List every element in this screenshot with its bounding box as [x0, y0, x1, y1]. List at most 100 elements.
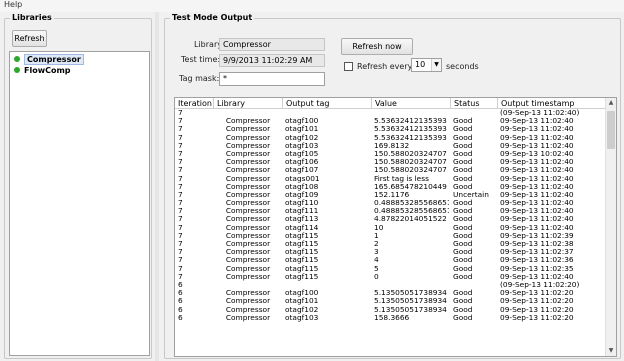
menu-help[interactable]: Help	[4, 0, 22, 9]
table-row[interactable]: 7 Compressor otagf106 150.588020324707 Good 0…	[175, 158, 606, 166]
timestamp-cell: 09-Sep-13 11:02:40	[500, 117, 574, 126]
table-row[interactable]: 7 Compressor otagf115 0 Good 09-Sep-13 11:02:…	[175, 273, 606, 281]
table-row[interactable]: 7 Compressor otagf115 3 Good 09-Sep-13 11:02:…	[175, 248, 606, 256]
library-cell: Compressor	[225, 149, 271, 158]
table-row[interactable]: 7 Compressor otagf102 5.53632412135393 Good 0…	[175, 134, 606, 142]
table-row[interactable]: 6 (09-Sep-13 11:02:20)	[175, 281, 606, 289]
value-cell: 5.13505051738934	[374, 289, 447, 298]
refresh-now-button[interactable]: Refresh now	[341, 38, 413, 55]
table-row[interactable]: 6 Compressor otagf101 5.13505051738934 Good 0…	[175, 297, 606, 305]
column-header-output-tag[interactable]: Output tag	[283, 98, 372, 109]
column-header-value[interactable]: Value	[372, 98, 451, 109]
grid-rows: 7 (09-Sep-13 11:02:40) 7 Compressor otagf100…	[175, 109, 606, 322]
value-cell: First tag is less	[374, 174, 429, 183]
table-row[interactable]: 7 Compressor otagf103 169.8132 Good 09-Sep-13…	[175, 142, 606, 150]
panel-splitter[interactable]	[155, 12, 159, 361]
iteration-cell: 7	[178, 207, 183, 216]
table-row[interactable]: 7 Compressor otagf115 5 Good 09-Sep-13 11:02:…	[175, 265, 606, 273]
library-cell: Compressor	[225, 313, 271, 322]
table-row[interactable]: 6 Compressor otagf102 5.13505051738934 Good 0…	[175, 306, 606, 314]
timestamp-cell: 09-Sep-13 11:02:40	[500, 166, 574, 175]
value-cell: 0.488853285568651	[374, 207, 449, 216]
library-item-flowcomp[interactable]: FlowComp	[14, 66, 71, 76]
table-row[interactable]: 7 Compressor otagf113 4.87822014051522 Good 0…	[175, 215, 606, 223]
table-row[interactable]: 7 Compressor otagf100 5.53632412135393 Good 0…	[175, 117, 606, 125]
column-header-iteration[interactable]: Iteration	[175, 98, 214, 109]
table-row[interactable]: 6 Compressor otagf103 158.3666 Good 09-Sep-13…	[175, 314, 606, 322]
value-cell: 2	[374, 240, 379, 248]
library-cell: Compressor	[225, 174, 271, 183]
status-cell: Good	[453, 231, 473, 240]
table-row[interactable]: 7 Compressor otagf109 152.1176 Uncertain 09-S…	[175, 191, 606, 199]
library-item-label: FlowComp	[24, 66, 71, 75]
status-cell: Good	[453, 256, 473, 265]
table-row[interactable]: 7 Compressor otagf108 165.685478210449 Good 0…	[175, 183, 606, 191]
value-cell: 152.1176	[374, 190, 410, 199]
table-row[interactable]: 7 Compressor otagf115 2 Good 09-Sep-13 11:02:…	[175, 240, 606, 248]
iteration-cell: 7	[178, 109, 183, 117]
output-grid[interactable]: Iteration Library Output tag Value Statu…	[174, 97, 617, 357]
table-row[interactable]: 7 Compressor otagf114 10 Good 09-Sep-13 11:02…	[175, 224, 606, 232]
iteration-cell: 6	[178, 289, 183, 298]
timestamp-cell: (09-Sep-13 11:02:40)	[500, 109, 580, 117]
library-item-compressor[interactable]: Compressor	[14, 54, 84, 65]
library-cell: Compressor	[225, 264, 271, 273]
status-cell: Good	[453, 166, 473, 175]
iteration-cell: 6	[178, 297, 183, 306]
table-row[interactable]: 7 Compressor otagf105 150.588020324707 Good 0…	[175, 150, 606, 158]
table-row[interactable]: 7 Compressor otagf115 4 Good 09-Sep-13 11:02:…	[175, 256, 606, 264]
output-tag-cell: otagf101	[285, 297, 319, 306]
value-cell: 10	[374, 223, 384, 232]
timestamp-cell: 09-Sep-13 11:02:35	[500, 264, 574, 273]
vertical-scrollbar[interactable]: ▲ ▼	[605, 98, 616, 356]
value-cell: 5.53632412135393	[374, 133, 447, 142]
table-row[interactable]: 7 Compressor otagf107 150.588020324707 Good 0…	[175, 166, 606, 174]
library-cell: Compressor	[225, 158, 271, 167]
refresh-every-checkbox[interactable]	[344, 62, 353, 71]
output-tag-cell: otagf109	[285, 190, 319, 199]
value-cell: 150.588020324707	[374, 158, 447, 167]
timestamp-cell: 09-Sep-13 11:02:40	[500, 182, 574, 191]
library-cell: Compressor	[225, 117, 271, 126]
timestamp-cell: 09-Sep-13 11:02:40	[500, 158, 574, 167]
column-header-library[interactable]: Library	[214, 98, 283, 109]
refresh-interval-select[interactable]: 10 ▼	[411, 58, 442, 72]
library-cell: Compressor	[225, 231, 271, 240]
library-list[interactable]: Compressor FlowComp	[9, 51, 150, 356]
table-row[interactable]: 7 (09-Sep-13 11:02:40)	[175, 109, 606, 117]
status-cell: Good	[453, 215, 473, 224]
dropdown-arrow-icon[interactable]: ▼	[431, 59, 441, 71]
output-tag-cell: otagf111	[285, 207, 319, 216]
table-row[interactable]: 6 Compressor otagf100 5.13505051738934 Good 0…	[175, 289, 606, 297]
status-cell: Good	[453, 289, 473, 298]
status-cell: Good	[453, 272, 473, 281]
scroll-down-icon[interactable]: ▼	[606, 346, 616, 356]
iteration-cell: 7	[178, 141, 183, 150]
scroll-thumb[interactable]	[607, 111, 615, 149]
timestamp-cell: 09-Sep-13 11:02:40	[500, 272, 574, 281]
refresh-interval-value: 10	[415, 60, 426, 69]
column-header-status[interactable]: Status	[451, 98, 498, 109]
output-tag-cell: otagf115	[285, 264, 319, 273]
table-row[interactable]: 7 Compressor otagf115 1 Good 09-Sep-13 11:02:…	[175, 232, 606, 240]
seconds-label: seconds	[446, 62, 479, 71]
scroll-up-icon[interactable]: ▲	[606, 98, 616, 108]
column-header-output-timestamp[interactable]: Output timestamp	[498, 98, 606, 109]
output-tag-cell: otagf115	[285, 240, 319, 248]
library-cell: Compressor	[225, 190, 271, 199]
tag-mask-label: Tag mask:	[179, 74, 220, 83]
table-row[interactable]: 7 Compressor otagf111 0.488853285568651 Good…	[175, 207, 606, 215]
table-row[interactable]: 7 Compressor otagf110 0.488853285568651 Good…	[175, 199, 606, 207]
iteration-cell: 7	[178, 256, 183, 265]
tag-mask-input[interactable]: *	[219, 72, 325, 86]
timestamp-cell: 09-Sep-13 11:02:40	[500, 133, 574, 142]
library-cell: Compressor	[225, 305, 271, 314]
status-cell: Good	[453, 207, 473, 216]
table-row[interactable]: 7 Compressor otags001 First tag is less Good…	[175, 175, 606, 183]
timestamp-cell: 09-Sep-13 11:02:40	[500, 215, 574, 224]
table-row[interactable]: 7 Compressor otagf101 5.53632412135393 Good 0…	[175, 125, 606, 133]
iteration-cell: 7	[178, 264, 183, 273]
library-cell: Compressor	[225, 297, 271, 306]
refresh-libraries-button[interactable]: Refresh	[12, 30, 47, 47]
timestamp-cell: 09-Sep-13 11:02:40	[500, 174, 574, 183]
